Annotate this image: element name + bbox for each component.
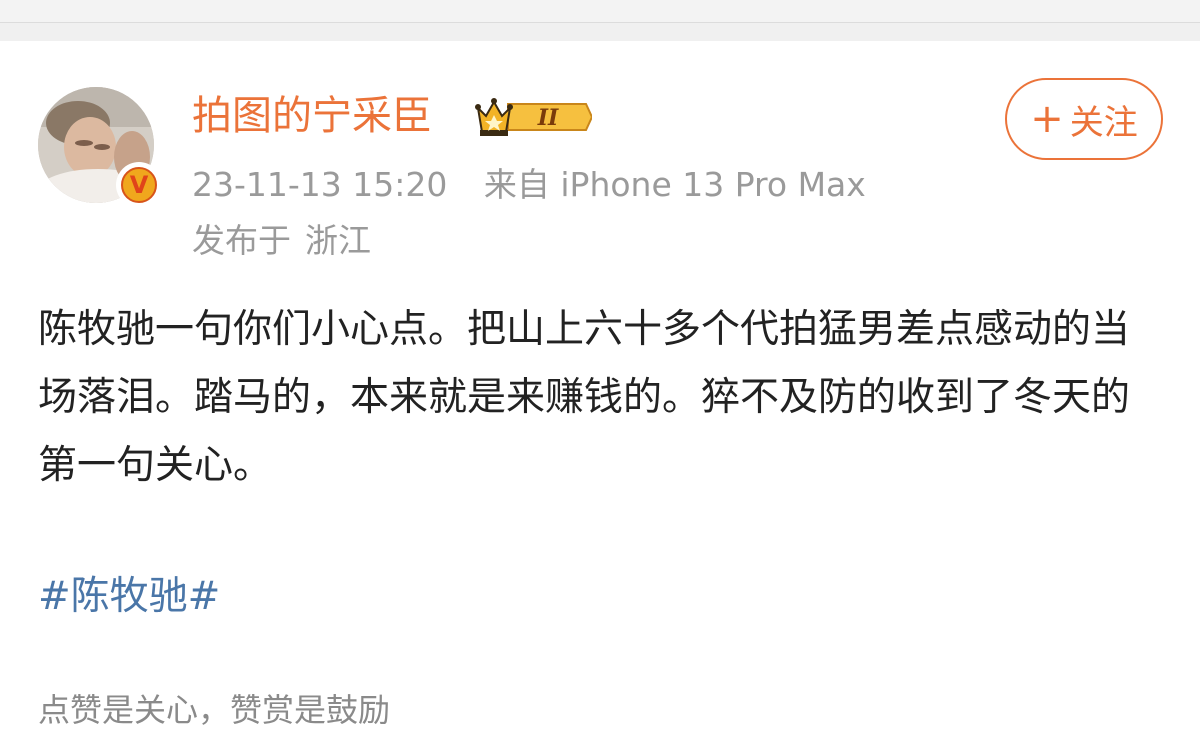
crown-level-badge-icon: II bbox=[475, 98, 592, 136]
hashtag-link[interactable]: #陈牧驰# bbox=[38, 570, 220, 624]
top-strip bbox=[0, 0, 1200, 23]
verified-badge-icon: V bbox=[116, 162, 162, 208]
post-content: 陈牧驰一句你们小心点。把山上六十多个代拍猛男差点感动的当场落泪。踏马的，本来就是… bbox=[38, 307, 1131, 488]
post-meta: 23-11-13 15:20 来自 iPhone 13 Pro Max bbox=[192, 164, 866, 206]
separator-band bbox=[0, 23, 1200, 41]
follow-button[interactable]: + 关注 bbox=[1005, 78, 1163, 160]
next-post-preview: 点赞是关心，赞赏是鼓励 bbox=[38, 691, 391, 729]
plus-icon: + bbox=[1030, 96, 1064, 142]
level-badge-text: II bbox=[537, 105, 559, 131]
follow-label: 关注 bbox=[1069, 102, 1138, 143]
location-prefix: 发布于 bbox=[192, 221, 291, 260]
author-name[interactable]: 拍图的宁采臣 bbox=[192, 92, 432, 140]
post-timestamp: 23-11-13 15:20 bbox=[192, 165, 448, 204]
post-location: 浙江 bbox=[305, 221, 371, 260]
post-location-line: 发布于 浙江 bbox=[192, 220, 371, 262]
verified-badge-letter: V bbox=[121, 167, 157, 203]
post-source: 来自 iPhone 13 Pro Max bbox=[483, 165, 866, 204]
